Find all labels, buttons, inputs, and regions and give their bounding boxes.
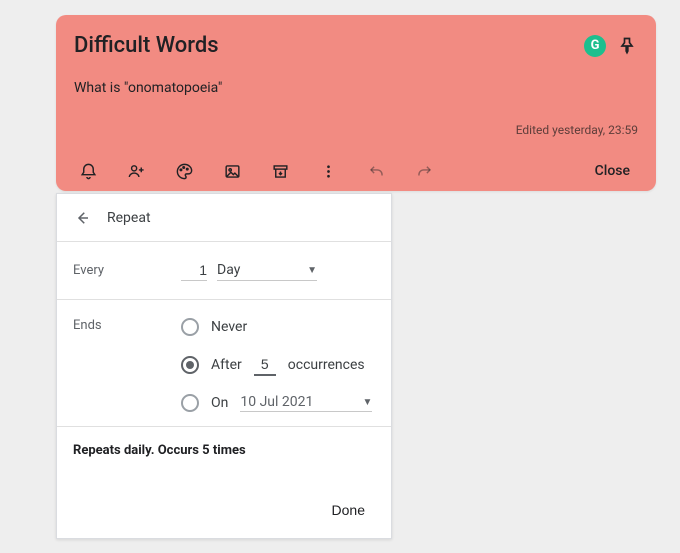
ends-label: Ends [73,318,181,412]
radio-never[interactable] [181,318,199,336]
note-toolbar: Close [74,151,638,191]
redo-icon[interactable] [414,161,434,181]
radio-on[interactable] [181,394,199,412]
every-label: Every [73,263,181,278]
more-icon[interactable] [318,161,338,181]
after-value-input[interactable] [254,354,276,376]
close-button[interactable]: Close [595,163,638,179]
radio-after[interactable] [181,356,199,374]
panel-title: Repeat [107,210,151,226]
note-title[interactable]: Difficult Words [74,33,574,58]
every-unit-value: Day [217,262,240,278]
on-date-select[interactable]: 10 Jul 2021 ▼ [240,394,372,412]
chevron-down-icon: ▼ [362,397,372,408]
every-row: Every Day ▼ [57,242,391,300]
note-body[interactable]: What is "onomatopoeia" [74,80,638,123]
panel-header: Repeat [57,194,391,242]
archive-icon[interactable] [270,161,290,181]
never-label: Never [211,319,247,335]
note-header: Difficult Words G [74,33,638,58]
repeat-panel: Repeat Every Day ▼ Ends Never After occu… [56,193,392,539]
back-icon[interactable] [73,209,91,227]
ends-option-after[interactable]: After occurrences [181,354,372,376]
chevron-down-icon: ▼ [307,265,317,276]
occurrences-label: occurrences [288,357,365,373]
ends-option-never[interactable]: Never [181,318,372,336]
palette-icon[interactable] [174,161,194,181]
after-label: After [211,357,242,373]
panel-actions: Done [57,486,391,538]
undo-icon[interactable] [366,161,386,181]
reminder-icon[interactable] [78,161,98,181]
done-button[interactable]: Done [324,496,373,524]
repeat-summary: Repeats daily. Occurs 5 times [57,427,391,474]
note-edited-label: Edited yesterday, 23:59 [74,123,638,137]
on-date-value: 10 Jul 2021 [240,394,313,410]
every-value-input[interactable] [181,260,207,281]
ends-option-on[interactable]: On 10 Jul 2021 ▼ [181,394,372,412]
grammarly-badge[interactable]: G [584,35,606,57]
note-card: Difficult Words G What is "onomatopoeia"… [56,15,656,191]
collaborator-icon[interactable] [126,161,146,181]
every-unit-select[interactable]: Day ▼ [217,260,317,281]
image-icon[interactable] [222,161,242,181]
on-label: On [211,395,228,411]
ends-row: Ends Never After occurrences On 10 Jul 2… [57,300,391,427]
pin-icon[interactable] [616,35,638,57]
ends-options: Never After occurrences On 10 Jul 2021 ▼ [181,318,372,412]
